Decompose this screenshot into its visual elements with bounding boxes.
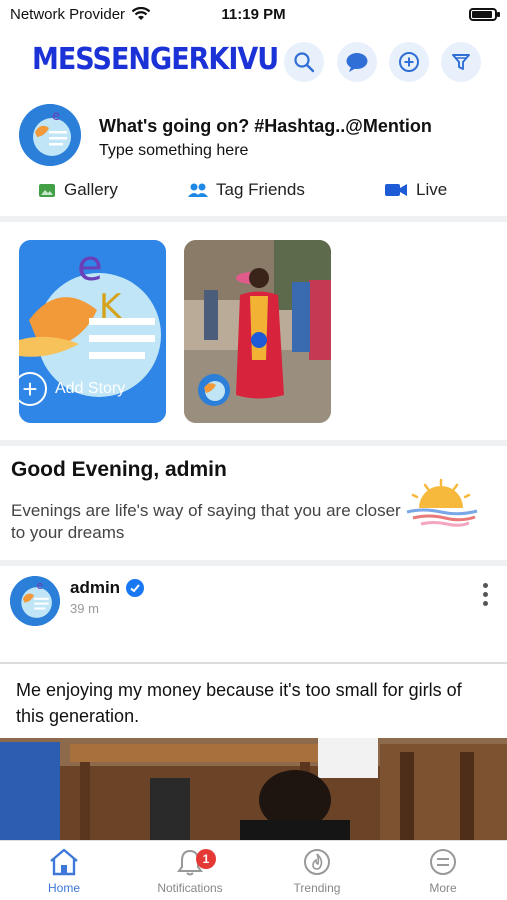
svg-text:e: e	[37, 580, 43, 592]
composer-actions: Gallery Tag Friends Live	[0, 180, 507, 210]
add-icon	[399, 52, 419, 72]
notification-badge: 1	[196, 849, 216, 869]
home-icon	[50, 848, 78, 876]
post-author[interactable]: admin	[70, 578, 145, 598]
messages-button[interactable]	[337, 42, 377, 82]
plus-icon: +	[13, 372, 47, 406]
battery-icon	[469, 8, 500, 21]
nav-home[interactable]: Home	[14, 847, 114, 895]
tag-friends-label: Tag Friends	[216, 180, 305, 199]
battery-level	[472, 11, 492, 18]
post-author-avatar[interactable]: e	[10, 576, 60, 626]
verified-icon	[126, 579, 145, 597]
add-story-label: Add Story	[55, 380, 126, 397]
nav-home-label: Home	[47, 881, 80, 895]
svg-text:e: e	[52, 109, 60, 124]
gallery-label: Gallery	[64, 180, 118, 199]
divider	[0, 662, 507, 664]
divider	[0, 440, 507, 446]
avatar-image: e	[19, 104, 81, 166]
greeting-text: Evenings are life's way of saying that y…	[11, 501, 401, 542]
divider	[0, 216, 507, 222]
status-bar: Network Provider 11:19 PM	[0, 0, 507, 28]
svg-text:e: e	[77, 241, 103, 290]
add-story-button[interactable]: + Add Story	[13, 372, 125, 406]
nav-notifications[interactable]: Notifications 1	[140, 847, 240, 895]
filter-icon	[452, 54, 470, 70]
gallery-icon	[39, 184, 55, 197]
sunset-icon	[406, 478, 478, 527]
app-logo: MESSENGERKIVU	[32, 42, 279, 77]
tag-friends-icon	[188, 183, 208, 197]
video-icon	[385, 184, 407, 196]
nav-trending[interactable]: Trending	[267, 847, 367, 895]
chat-icon	[346, 53, 368, 72]
search-button[interactable]	[284, 42, 324, 82]
post-author-name: admin	[70, 578, 121, 597]
menu-icon	[430, 849, 456, 875]
wifi-icon	[131, 7, 151, 20]
gallery-button[interactable]: Gallery	[38, 180, 118, 200]
live-label: Live	[416, 180, 448, 199]
tag-friends-button[interactable]: Tag Friends	[188, 180, 305, 200]
avatar: e	[19, 104, 81, 166]
status-left: Network Provider	[10, 6, 151, 23]
create-button[interactable]	[389, 42, 429, 82]
divider	[0, 560, 507, 566]
post-image[interactable]	[0, 738, 507, 840]
story-card[interactable]	[184, 240, 331, 423]
post-text: Me enjoying my money because it's too sm…	[16, 680, 462, 726]
composer-placeholder[interactable]: Type something here	[99, 142, 248, 160]
greeting-title: Good Evening, admin	[11, 458, 227, 481]
composer-prompt[interactable]: What's going on? #Hashtag..@Mention	[99, 116, 432, 137]
flame-icon	[304, 849, 330, 875]
nav-more-label: More	[429, 881, 457, 895]
more-options-icon[interactable]	[481, 583, 489, 606]
filter-button[interactable]	[441, 42, 481, 82]
app-header: MESSENGERKIVU	[0, 38, 507, 86]
nav-more[interactable]: More	[393, 847, 493, 895]
live-button[interactable]: Live	[384, 180, 447, 200]
post-composer[interactable]: e What's going on? #Hashtag..@Mention Ty…	[0, 104, 507, 174]
post-time: 39 m	[70, 601, 99, 616]
avatar-image: e	[10, 576, 60, 626]
bottom-navigation: Home Notifications 1 Trending More	[0, 840, 507, 900]
carrier-label: Network Provider	[10, 5, 126, 23]
story-photo	[184, 240, 331, 423]
search-icon	[294, 52, 315, 73]
nav-notifications-label: Notifications	[157, 881, 223, 895]
nav-trending-label: Trending	[293, 881, 341, 895]
post-photo	[0, 738, 507, 840]
svg-text:K: K	[99, 287, 123, 327]
